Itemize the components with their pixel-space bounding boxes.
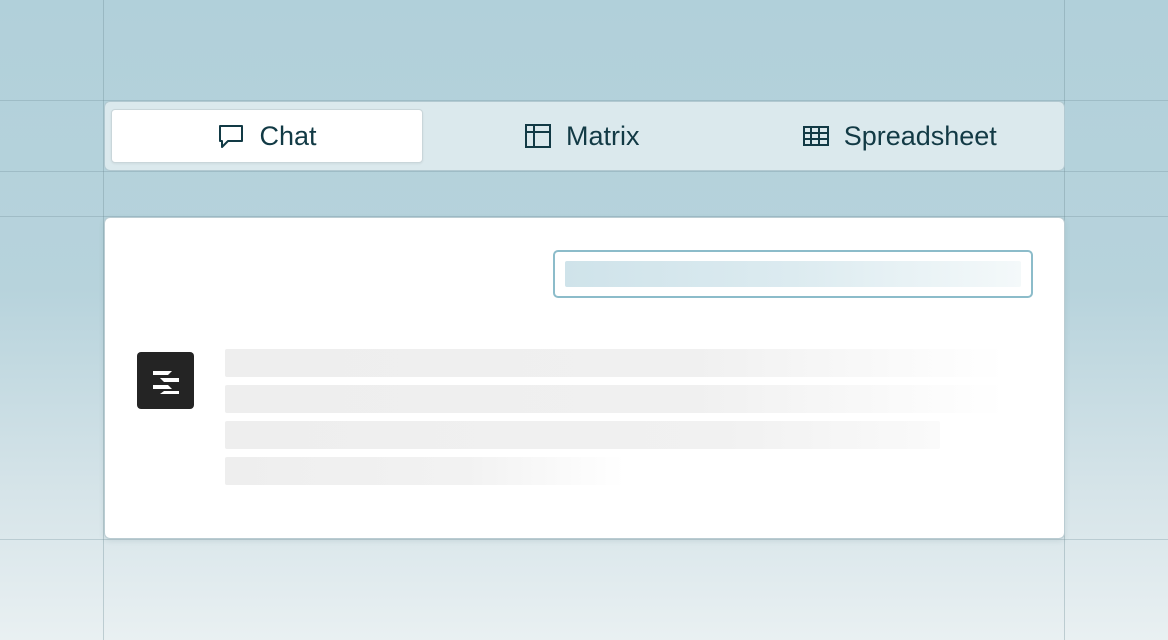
tab-spreadsheet[interactable]: Spreadsheet <box>741 109 1059 163</box>
matrix-icon <box>524 122 552 150</box>
skeleton-bar <box>565 261 1021 287</box>
response-skeleton-line <box>225 457 625 485</box>
tab-chat[interactable]: Chat <box>111 109 423 163</box>
chat-bubble-icon <box>217 122 245 150</box>
grid-line-horizontal <box>0 171 1168 172</box>
tab-matrix[interactable]: Matrix <box>423 109 741 163</box>
response-skeleton-line <box>225 421 940 449</box>
assistant-logo-icon <box>137 352 194 409</box>
user-message-placeholder <box>553 250 1033 298</box>
view-tab-bar: Chat Matrix Spreadsheet <box>104 101 1065 171</box>
chat-panel <box>104 217 1065 539</box>
tab-label: Spreadsheet <box>843 120 997 151</box>
response-skeleton-line <box>225 349 1005 377</box>
tab-label: Matrix <box>566 120 640 151</box>
logo-mark-icon <box>152 370 179 394</box>
tab-label: Chat <box>259 120 317 151</box>
spreadsheet-icon <box>802 122 830 150</box>
response-skeleton-line <box>225 385 1005 413</box>
grid-line-horizontal <box>0 539 1168 540</box>
